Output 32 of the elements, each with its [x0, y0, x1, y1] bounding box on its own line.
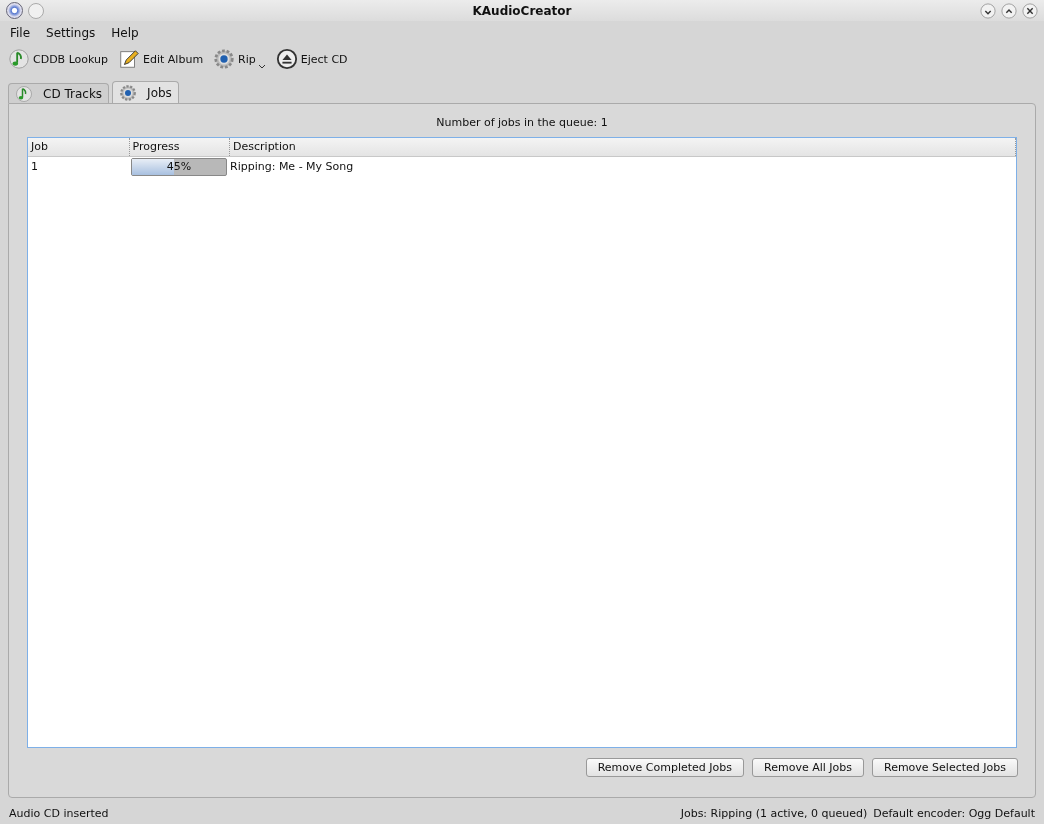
minimize-button[interactable] — [980, 2, 996, 19]
push-button[interactable]: Remove Completed Jobs — [585, 758, 744, 777]
progress-text: 45% — [165, 159, 193, 173]
app-icon — [6, 2, 23, 19]
push-button[interactable]: Remove Selected Jobs — [872, 758, 1018, 777]
gear-icon — [213, 48, 236, 70]
menu-item[interactable]: Help — [103, 25, 147, 40]
maximize-button[interactable] — [1001, 2, 1017, 19]
tab[interactable]: CD Tracks — [8, 83, 110, 103]
pencil-icon — [118, 48, 141, 70]
toolbar-button[interactable]: CDDB Lookup — [4, 46, 113, 72]
menu-item[interactable]: File — [2, 25, 39, 40]
table-cell-text: 1 — [30, 160, 39, 173]
table-cell-text: Ripping: Me - My Song — [229, 160, 355, 173]
eject-icon — [275, 48, 298, 70]
close-button[interactable] — [1022, 2, 1038, 19]
column-header[interactable]: Progress — [129, 138, 231, 156]
status-text: Default encoder: Ogg Default — [873, 806, 1035, 820]
toolbar-button[interactable]: Edit Album — [114, 46, 208, 72]
toolbar-button[interactable]: Rip — [209, 46, 260, 72]
status-text: Jobs: Ripping (1 active, 0 queued) — [680, 806, 868, 820]
menu-item[interactable]: Settings — [38, 25, 104, 40]
column-header[interactable]: Description — [230, 138, 1016, 156]
tab[interactable]: Jobs — [112, 81, 179, 103]
status-text: Audio CD inserted — [9, 806, 109, 820]
push-button[interactable]: Remove All Jobs — [752, 758, 864, 777]
window-title: KAudioCreator — [472, 3, 572, 18]
queue-count-label: Number of jobs in the queue: 1 — [435, 116, 609, 129]
note-disc-icon — [8, 48, 30, 70]
gear-icon — [119, 83, 138, 102]
toolbar-button[interactable]: Eject CD — [271, 46, 352, 72]
column-header[interactable]: Job — [28, 138, 130, 156]
